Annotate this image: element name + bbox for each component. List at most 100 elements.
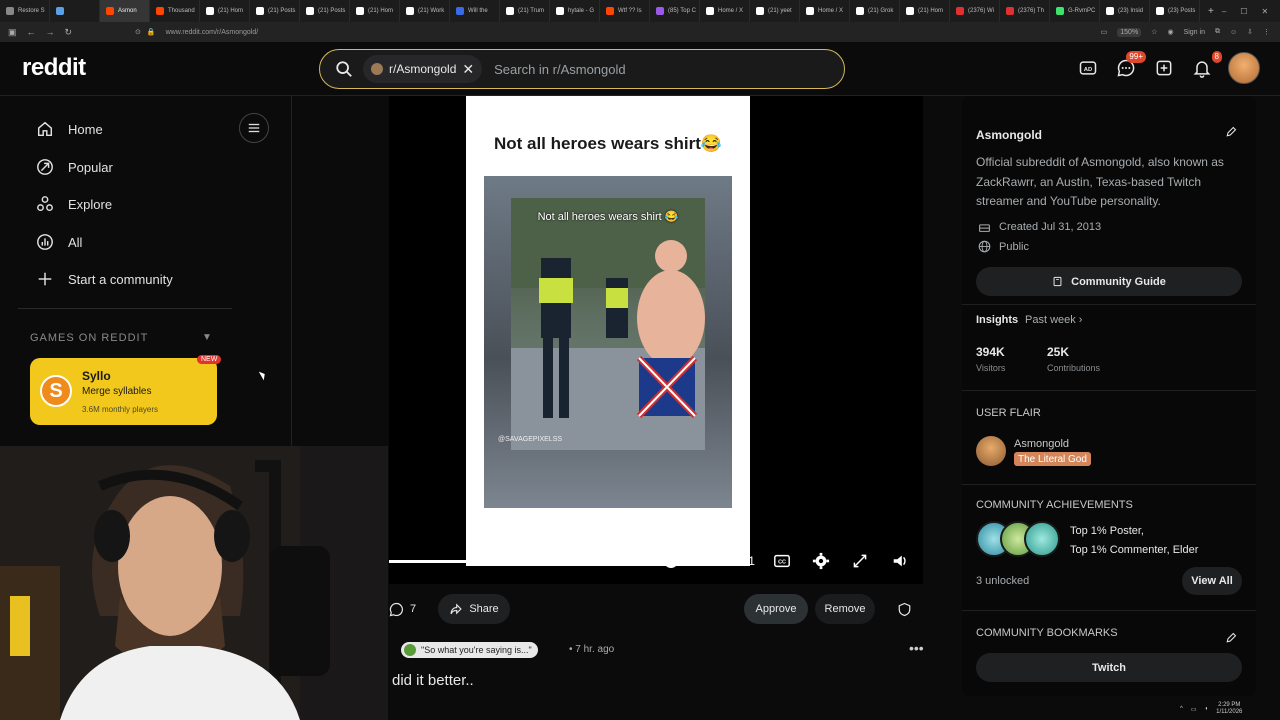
zoom-level[interactable]: 150% (1117, 27, 1142, 37)
tab-label: (85) Top C (668, 8, 696, 14)
captions-icon[interactable]: CC (772, 551, 792, 571)
maximize-icon[interactable]: ☐ (1240, 7, 1247, 16)
menu-icon[interactable]: ⋮ (1263, 28, 1270, 36)
flair-avatar[interactable] (976, 436, 1006, 466)
browser-tab[interactable]: (21) Posts (300, 0, 350, 22)
create-post-icon[interactable] (1152, 56, 1176, 80)
chat-icon[interactable]: 99+ (1114, 51, 1146, 80)
sidebar-toggle-icon[interactable]: ▣ (8, 27, 17, 38)
flair-username: Asmongold (1014, 438, 1070, 450)
community-guide-button[interactable]: Community Guide (976, 267, 1242, 296)
browser-tab[interactable]: Restore S (0, 0, 50, 22)
search-bar[interactable]: r/Asmongold ✕ Search in r/Asmongold (319, 49, 845, 89)
tab-label: hytale - G (568, 8, 595, 14)
tab-favicon-icon (606, 7, 614, 15)
browser-tab[interactable]: Asmon (100, 0, 150, 22)
fullscreen-icon[interactable] (850, 551, 870, 571)
sidebar-item-start-community[interactable]: Start a community (36, 270, 173, 288)
browser-tab[interactable]: (21) Posts (250, 0, 300, 22)
game-card-syllo[interactable]: S Syllo Merge syllables 3.6M monthly pla… (30, 358, 217, 425)
comments-button[interactable]: 7 (389, 594, 416, 624)
browser-tab[interactable]: (21) Hom (900, 0, 950, 22)
past-week-selector[interactable]: Past week › (1025, 314, 1082, 326)
subreddit-chip[interactable]: r/Asmongold ✕ (363, 55, 483, 83)
bookmark-star-icon[interactable]: ☆ (1151, 28, 1157, 36)
forward-icon[interactable]: → (46, 27, 55, 38)
browser-tab[interactable]: Will the (450, 0, 500, 22)
edit-pencil-icon[interactable] (1220, 627, 1242, 649)
edit-pencil-icon[interactable] (1220, 121, 1242, 143)
close-icon[interactable]: ✕ (1261, 7, 1268, 16)
browser-tab[interactable]: (21) Grok (850, 0, 900, 22)
games-section-header[interactable]: GAMES ON REDDIT (30, 332, 148, 344)
share-button[interactable]: Share (438, 594, 510, 624)
browser-tab[interactable]: (23) Insid (1100, 0, 1150, 22)
browser-tab[interactable]: (21) Work (400, 0, 450, 22)
tab-favicon-icon (656, 7, 664, 15)
extensions-icon[interactable]: ⧉ (1215, 28, 1220, 36)
speaker-icon[interactable]: ◖ (1205, 706, 1209, 712)
browser-tab[interactable]: (2376) Wi (950, 0, 1000, 22)
new-tab-icon[interactable]: + (1200, 6, 1222, 17)
browser-tab[interactable]: G-RvmPC (1050, 0, 1100, 22)
approve-button[interactable]: Approve (744, 594, 808, 624)
volume-icon[interactable] (890, 551, 910, 571)
sidebar-item-home[interactable]: Home (36, 120, 103, 138)
left-sidebar: Home Popular Explore All Start a communi… (0, 96, 292, 446)
remove-button[interactable]: Remove (815, 594, 875, 624)
profile-icon[interactable]: ◉ (1167, 28, 1173, 36)
browser-tab[interactable]: (21) Hom (350, 0, 400, 22)
browser-tab[interactable] (50, 0, 100, 22)
network-icon[interactable]: ▭ (1191, 706, 1197, 713)
settings-gear-icon[interactable] (811, 551, 831, 571)
clock[interactable]: 2:29 PM 1/11/2026 (1216, 702, 1242, 716)
account-icon[interactable]: ☺ (1230, 29, 1237, 36)
user-avatar[interactable] (1228, 52, 1260, 84)
screenshot-icon[interactable]: ▭ (1101, 28, 1108, 36)
chip-close-icon[interactable]: ✕ (462, 61, 474, 78)
browser-tab[interactable]: Wtf ?? Is (600, 0, 650, 22)
collapse-sidebar-button[interactable] (239, 113, 269, 143)
site-info-icon[interactable]: ⊙ (135, 28, 141, 36)
search-input[interactable]: Search in r/Asmongold (494, 62, 626, 77)
minimize-icon[interactable]: – (1222, 7, 1226, 16)
video-progress-bar[interactable] (389, 560, 671, 563)
achievement-badge-icon[interactable] (1024, 521, 1060, 557)
back-icon[interactable]: ← (27, 27, 36, 38)
signin-link[interactable]: Sign in (1184, 29, 1205, 36)
achievements-unlocked: 3 unlocked (976, 575, 1030, 587)
advertise-icon[interactable]: AD (1076, 56, 1100, 80)
browser-tab[interactable]: (21) yeet (750, 0, 800, 22)
sidebar-item-all[interactable]: All (36, 233, 82, 251)
subreddit-chip-label: r/Asmongold (389, 62, 457, 76)
browser-tab[interactable]: hytale - G (550, 0, 600, 22)
chevron-down-icon[interactable]: ▼ (202, 332, 212, 343)
browser-tab[interactable]: Home / X (700, 0, 750, 22)
reddit-logo[interactable]: reddit (22, 54, 86, 82)
tab-label: Home / X (818, 8, 844, 14)
tab-label: G-RvmPC (1068, 8, 1096, 14)
stat-visitors: 394K Visitors (976, 345, 1005, 373)
reload-icon[interactable]: ↻ (65, 27, 73, 38)
sidebar-item-explore[interactable]: Explore (36, 195, 112, 213)
tab-label: (23) Posts (1168, 8, 1196, 14)
browser-tab[interactable]: (23) Posts (1150, 0, 1200, 22)
tray-chevron-icon[interactable]: ^ (1180, 706, 1183, 712)
tab-favicon-icon (256, 7, 264, 15)
tab-favicon-icon (1006, 7, 1014, 15)
browser-tab[interactable]: (2376) Th (1000, 0, 1050, 22)
browser-tab[interactable]: (21) Trum (500, 0, 550, 22)
download-icon[interactable]: ⇩ (1247, 28, 1253, 36)
browser-tab[interactable]: Thousand (150, 0, 200, 22)
video-scrub-handle[interactable] (664, 554, 678, 568)
shield-icon[interactable] (891, 594, 917, 624)
url-text[interactable]: www.reddit.com/r/Asmongold/ (166, 29, 259, 36)
notifications-icon[interactable]: 8 (1190, 51, 1222, 80)
browser-tab[interactable]: (85) Top C (650, 0, 700, 22)
more-options-icon[interactable]: ••• (909, 640, 924, 656)
bookmark-twitch-button[interactable]: Twitch (976, 653, 1242, 682)
view-all-button[interactable]: View All (1182, 567, 1242, 595)
browser-tab[interactable]: (21) Hom (200, 0, 250, 22)
sidebar-item-popular[interactable]: Popular (36, 158, 113, 176)
browser-tab[interactable]: Home / X (800, 0, 850, 22)
